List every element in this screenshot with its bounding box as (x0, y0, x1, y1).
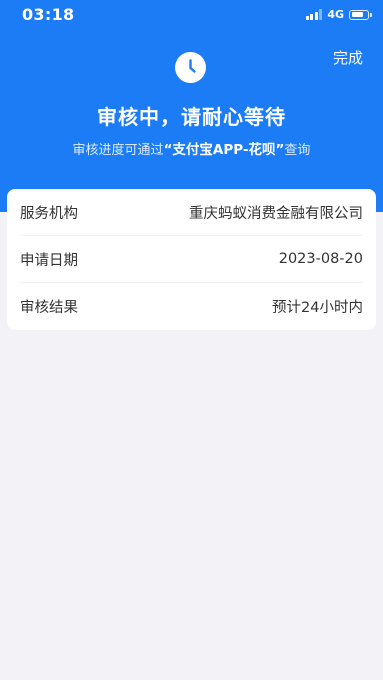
info-row-application-date: 申请日期 2023-08-20 (20, 236, 363, 283)
status-subtitle: 审核进度可通过“支付宝APP-花呗”查询 (0, 138, 383, 158)
battery-icon (349, 9, 372, 20)
done-button[interactable]: 完成 (333, 47, 363, 68)
status-time: 03:18 (22, 5, 75, 24)
info-label: 服务机构 (20, 205, 78, 222)
status-bar: 03:18 4G (0, 0, 383, 30)
application-info-card: 服务机构 重庆蚂蚁消费金融有限公司 申请日期 2023-08-20 审核结果 预… (7, 189, 376, 330)
info-value: 预计24小时内 (272, 300, 363, 316)
clock-icon (175, 52, 206, 83)
page-title: 审核中，请耐心等待 (97, 105, 286, 129)
subtitle-prefix: 审核进度可通过 (72, 143, 164, 158)
status-indicators: 4G (305, 8, 372, 21)
info-value: 重庆蚂蚁消费金融有限公司 (189, 205, 363, 222)
subtitle-suffix: 查询 (284, 143, 311, 158)
network-label: 4G (327, 8, 344, 21)
info-label: 申请日期 (20, 252, 78, 269)
info-label: 审核结果 (20, 300, 78, 316)
info-row-service-provider: 服务机构 重庆蚂蚁消费金融有限公司 (20, 189, 363, 236)
info-row-review-result: 审核结果 预计24小时内 (20, 283, 363, 330)
signal-icon (305, 9, 323, 20)
info-value: 2023-08-20 (278, 251, 363, 267)
review-status-screen: 03:18 4G 完成 审核中，请耐心等待 审核进度可通过“支付宝APP-花呗”… (0, 0, 383, 680)
subtitle-highlight: “支付宝APP-花呗” (163, 142, 285, 158)
header-banner: 03:18 4G 完成 审核中，请耐心等待 审核进度可通过“支付宝APP-花呗”… (0, 0, 383, 212)
